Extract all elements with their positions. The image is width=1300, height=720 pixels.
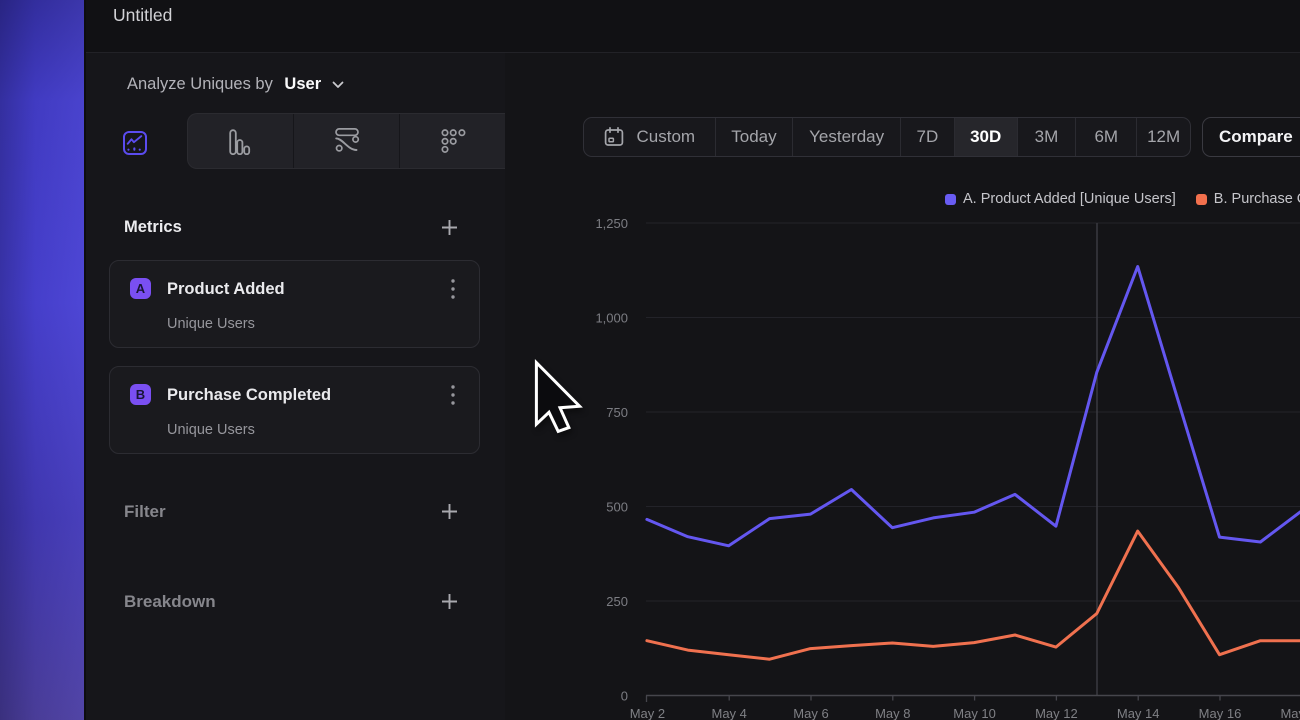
svg-text:1,000: 1,000 <box>595 311 628 326</box>
svg-text:May 12: May 12 <box>1035 706 1078 720</box>
svg-text:May 14: May 14 <box>1117 706 1160 720</box>
svg-text:May 10: May 10 <box>953 706 996 720</box>
svg-text:500: 500 <box>606 500 628 515</box>
svg-text:May 6: May 6 <box>793 706 828 720</box>
svg-text:1,250: 1,250 <box>595 216 628 231</box>
svg-text:750: 750 <box>606 405 628 420</box>
svg-text:May 8: May 8 <box>875 706 910 720</box>
svg-text:May 2: May 2 <box>630 706 665 720</box>
svg-text:May 16: May 16 <box>1199 706 1242 720</box>
svg-text:May 18: May 18 <box>1280 706 1300 720</box>
svg-text:May 4: May 4 <box>711 706 746 720</box>
svg-text:250: 250 <box>606 594 628 609</box>
svg-text:0: 0 <box>621 689 628 704</box>
